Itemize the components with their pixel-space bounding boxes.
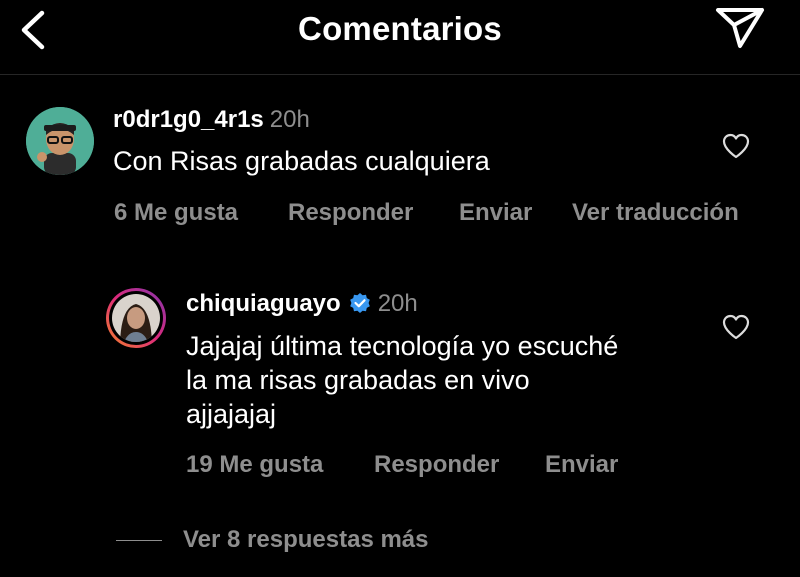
send-button[interactable]: Enviar: [459, 199, 532, 227]
verified-badge-icon: [349, 293, 370, 313]
reply-actions: 19 Me gusta Responder Enviar: [0, 451, 800, 481]
reply-time: 20h: [377, 290, 418, 317]
view-more-replies-button[interactable]: Ver 8 respuestas más: [183, 526, 429, 554]
heart-icon[interactable]: [721, 132, 751, 160]
reply-username[interactable]: chiquiaguayo: [186, 290, 341, 318]
reply-header: chiquiaguayo 20h: [186, 290, 418, 318]
profile-photo-icon: [112, 294, 160, 342]
like-count[interactable]: 19 Me gusta: [186, 451, 323, 479]
comment-time: 20h: [269, 106, 310, 133]
paper-plane-icon[interactable]: [713, 5, 767, 51]
heart-icon[interactable]: [721, 313, 751, 341]
reply-text-line: ajjajajaj: [186, 399, 277, 429]
like-count[interactable]: 6 Me gusta: [114, 199, 238, 227]
comment-header: r0dr1g0_4r1s 20h: [113, 106, 310, 134]
story-ring-avatar[interactable]: [106, 288, 166, 348]
comment-text: Con Risas grabadas cualquiera: [113, 146, 490, 176]
reply-text-line: la ma risas grabadas en vivo: [186, 365, 530, 395]
page-title: Comentarios: [298, 10, 502, 47]
send-button[interactable]: Enviar: [545, 451, 618, 479]
avatar[interactable]: [26, 107, 94, 175]
divider: [116, 540, 162, 541]
comment-actions: 6 Me gusta Responder Enviar Ver traducci…: [0, 199, 800, 229]
reply-text-line: Jajajaj última tecnología yo escuché: [186, 331, 619, 361]
reply-button[interactable]: Responder: [288, 199, 413, 227]
header-bar: Comentarios: [0, 0, 800, 75]
translate-button[interactable]: Ver traducción: [572, 199, 739, 227]
memoji-avatar-icon: [26, 107, 94, 175]
reply-text: Jajajaj última tecnología yo escuché la …: [186, 329, 618, 431]
reply-button[interactable]: Responder: [374, 451, 499, 479]
comment-username[interactable]: r0dr1g0_4r1s: [113, 106, 264, 133]
